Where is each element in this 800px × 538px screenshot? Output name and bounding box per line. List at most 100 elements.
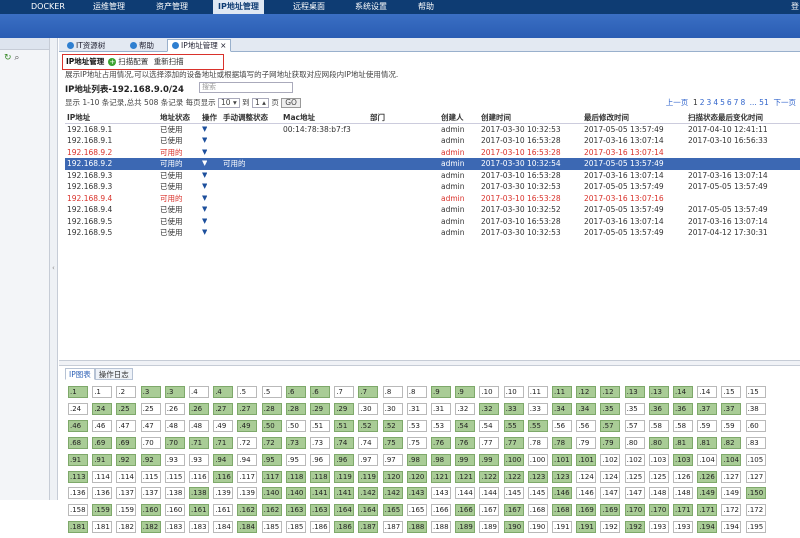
ip-cell[interactable]: .126 bbox=[697, 470, 718, 483]
ip-cell[interactable]: .113 bbox=[68, 470, 88, 483]
ip-cell[interactable]: .76 bbox=[431, 436, 451, 449]
ip-cell[interactable]: .10 bbox=[479, 386, 500, 398]
per-page-select[interactable]: 10 ▾ bbox=[218, 98, 240, 108]
ip-cell[interactable]: .150 bbox=[745, 487, 766, 500]
search-icon[interactable]: ⌕ bbox=[14, 53, 19, 63]
ip-cell[interactable]: .160 bbox=[140, 504, 161, 517]
ip-cell[interactable]: .50 bbox=[285, 419, 306, 432]
ip-cell[interactable]: .169 bbox=[600, 504, 621, 517]
ip-cell[interactable]: .28 bbox=[261, 402, 282, 415]
ip-cell[interactable]: .57 bbox=[600, 419, 621, 432]
ip-cell[interactable]: .37 bbox=[697, 402, 718, 415]
ip-cell[interactable]: .181 bbox=[68, 521, 88, 534]
ip-cell[interactable]: .81 bbox=[673, 436, 693, 449]
ip-cell[interactable]: .4 bbox=[189, 386, 209, 398]
ip-cell[interactable]: .143 bbox=[406, 487, 427, 500]
ip-cell[interactable]: .78 bbox=[527, 436, 548, 449]
ip-cell[interactable]: .159 bbox=[92, 504, 113, 517]
ip-cell[interactable]: .58 bbox=[673, 419, 693, 432]
ip-cell[interactable]: .80 bbox=[648, 436, 669, 449]
ip-cell[interactable]: .145 bbox=[503, 487, 524, 500]
row-action-dropdown-icon[interactable]: ▼ bbox=[202, 181, 207, 193]
ip-cell[interactable]: .46 bbox=[92, 419, 113, 432]
ip-cell[interactable]: .160 bbox=[164, 504, 185, 517]
table-row[interactable]: 192.168.9.4 已使用 ▼ admin 2017-03-30 10:32:52 2… bbox=[65, 204, 800, 216]
ip-cell[interactable]: .140 bbox=[261, 487, 282, 500]
ip-cell[interactable]: .186 bbox=[310, 521, 330, 534]
go-button[interactable]: GO bbox=[281, 98, 301, 108]
ip-cell[interactable]: .95 bbox=[285, 453, 306, 466]
ip-cell[interactable]: .73 bbox=[285, 436, 306, 449]
ip-cell[interactable]: .116 bbox=[189, 470, 209, 483]
ip-cell[interactable]: .34 bbox=[576, 402, 597, 415]
ip-cell[interactable]: .163 bbox=[310, 504, 330, 517]
ip-cell[interactable]: .1 bbox=[92, 386, 113, 398]
column-header[interactable]: IP地址 bbox=[67, 112, 90, 124]
ip-cell[interactable]: .147 bbox=[624, 487, 645, 500]
nav-item[interactable]: DOCKER bbox=[26, 0, 70, 14]
ip-cell[interactable]: .145 bbox=[527, 487, 548, 500]
ip-cell[interactable]: .9 bbox=[431, 386, 451, 398]
ip-cell[interactable]: .158 bbox=[68, 504, 88, 517]
ip-cell[interactable]: .182 bbox=[116, 521, 137, 534]
ip-cell[interactable]: .159 bbox=[116, 504, 137, 517]
ip-cell[interactable]: .119 bbox=[334, 470, 355, 483]
table-row[interactable]: 192.168.9.1 已使用 ▼ admin 2017-03-10 16:53:28 2… bbox=[65, 135, 800, 147]
ip-cell[interactable]: .141 bbox=[334, 487, 355, 500]
ip-cell[interactable]: .140 bbox=[285, 487, 306, 500]
ip-cell[interactable]: .94 bbox=[237, 453, 258, 466]
ip-cell[interactable]: .25 bbox=[116, 402, 137, 415]
ip-cell[interactable]: .170 bbox=[624, 504, 645, 517]
ip-cell[interactable]: .14 bbox=[697, 386, 718, 398]
tab-ip-chart[interactable]: IP图表 bbox=[65, 368, 95, 380]
ip-cell[interactable]: .11 bbox=[552, 386, 572, 398]
close-icon[interactable]: × bbox=[220, 41, 226, 50]
ip-cell[interactable]: .101 bbox=[576, 453, 597, 466]
ip-cell[interactable]: .189 bbox=[455, 521, 476, 534]
ip-cell[interactable]: .47 bbox=[140, 419, 161, 432]
ip-cell[interactable]: .101 bbox=[552, 453, 572, 466]
ip-cell[interactable]: .15 bbox=[721, 386, 742, 398]
nav-item[interactable]: 系统设置 bbox=[350, 0, 392, 14]
ip-cell[interactable]: .96 bbox=[310, 453, 330, 466]
table-row[interactable]: 192.168.9.2 可用的 ▼ 可用的 admin 2017-03-30 10:32:… bbox=[65, 158, 800, 170]
ip-cell[interactable]: .168 bbox=[552, 504, 572, 517]
ip-cell[interactable]: .38 bbox=[745, 402, 766, 415]
ip-cell[interactable]: .125 bbox=[648, 470, 669, 483]
ip-cell[interactable]: .97 bbox=[358, 453, 379, 466]
ip-cell[interactable]: .58 bbox=[648, 419, 669, 432]
ip-cell[interactable]: .118 bbox=[285, 470, 306, 483]
ip-cell[interactable]: .139 bbox=[213, 487, 234, 500]
ip-cell[interactable]: .117 bbox=[237, 470, 258, 483]
ip-cell[interactable]: .183 bbox=[164, 521, 185, 534]
ip-cell[interactable]: .103 bbox=[673, 453, 693, 466]
row-action-dropdown-icon[interactable]: ▼ bbox=[202, 170, 207, 182]
ip-cell[interactable]: .7 bbox=[334, 386, 355, 398]
ip-cell[interactable]: .13 bbox=[624, 386, 645, 398]
ip-cell[interactable]: .162 bbox=[237, 504, 258, 517]
page-link[interactable]: 8 bbox=[740, 98, 745, 107]
ip-cell[interactable]: .59 bbox=[697, 419, 718, 432]
ip-cell[interactable]: .185 bbox=[285, 521, 306, 534]
ip-cell[interactable]: .68 bbox=[68, 436, 88, 449]
ip-cell[interactable]: .49 bbox=[237, 419, 258, 432]
table-row[interactable]: 192.168.9.5 已使用 ▼ admin 2017-03-10 16:53:28 2… bbox=[65, 216, 800, 228]
nav-item[interactable]: 运维管理 bbox=[88, 0, 130, 14]
nav-right-label[interactable]: 登 bbox=[786, 0, 800, 14]
column-header[interactable]: 部门 bbox=[370, 112, 385, 124]
ip-cell[interactable]: .98 bbox=[431, 453, 451, 466]
ip-cell[interactable]: .139 bbox=[237, 487, 258, 500]
ip-cell[interactable]: .94 bbox=[213, 453, 234, 466]
ip-cell[interactable]: .49 bbox=[213, 419, 234, 432]
ip-cell[interactable]: .5 bbox=[237, 386, 258, 398]
nav-item[interactable]: 帮助 bbox=[413, 0, 439, 14]
ip-cell[interactable]: .104 bbox=[697, 453, 718, 466]
column-header[interactable]: Mac地址 bbox=[283, 112, 315, 124]
ip-cell[interactable]: .34 bbox=[552, 402, 572, 415]
ip-cell[interactable]: .185 bbox=[261, 521, 282, 534]
column-header[interactable]: 地址状态 bbox=[160, 112, 190, 124]
ip-cell[interactable]: .3 bbox=[164, 386, 185, 398]
ip-cell[interactable]: .146 bbox=[576, 487, 597, 500]
ip-cell[interactable]: .59 bbox=[721, 419, 742, 432]
ip-cell[interactable]: .165 bbox=[382, 504, 403, 517]
